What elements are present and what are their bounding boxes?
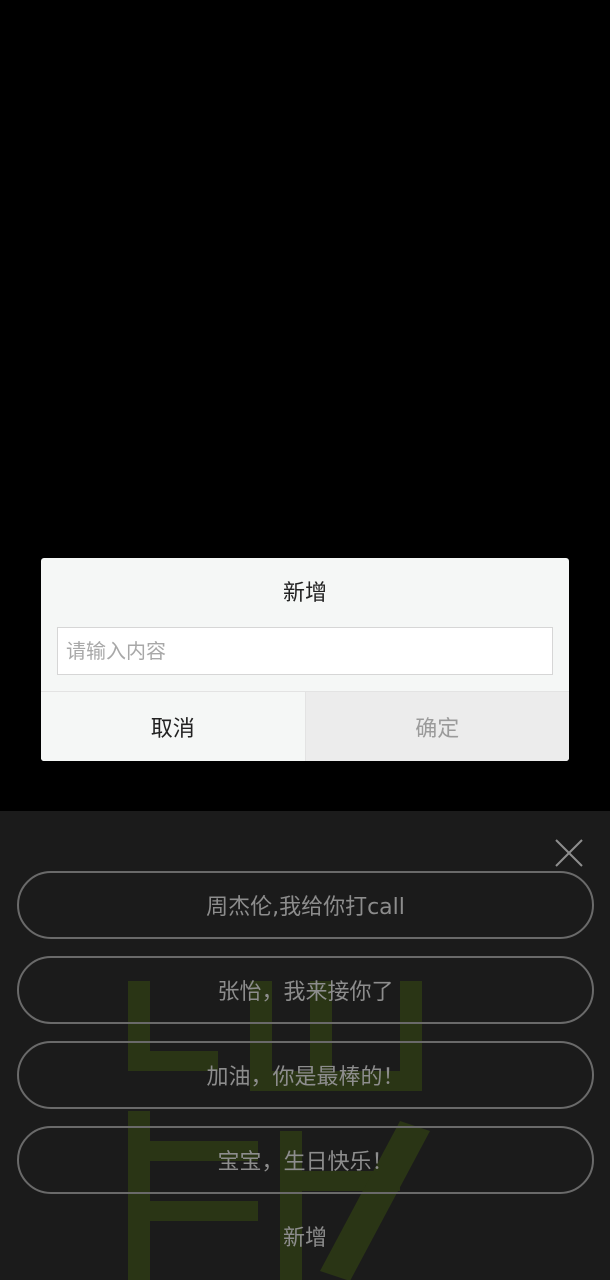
content-input[interactable]: [57, 627, 553, 675]
preset-item[interactable]: 张怡，我来接你了: [17, 956, 594, 1024]
close-icon[interactable]: [554, 838, 584, 868]
confirm-button[interactable]: 确定: [305, 692, 569, 761]
add-dialog: 新增 取消 确定: [41, 558, 569, 761]
dialog-title: 新增: [282, 581, 327, 606]
add-button[interactable]: 新增: [0, 1220, 610, 1252]
preset-item[interactable]: 宝宝，生日快乐！: [17, 1126, 594, 1194]
preset-item[interactable]: 加油，你是最棒的！: [17, 1041, 594, 1109]
preset-text-panel: 周杰伦,我给你打call 张怡，我来接你了 加油，你是最棒的！ 宝宝，生日快乐！…: [0, 811, 610, 1280]
preset-item[interactable]: 周杰伦,我给你打call: [17, 871, 594, 939]
dialog-actions: 取消 确定: [41, 691, 569, 761]
cancel-button[interactable]: 取消: [41, 692, 306, 761]
